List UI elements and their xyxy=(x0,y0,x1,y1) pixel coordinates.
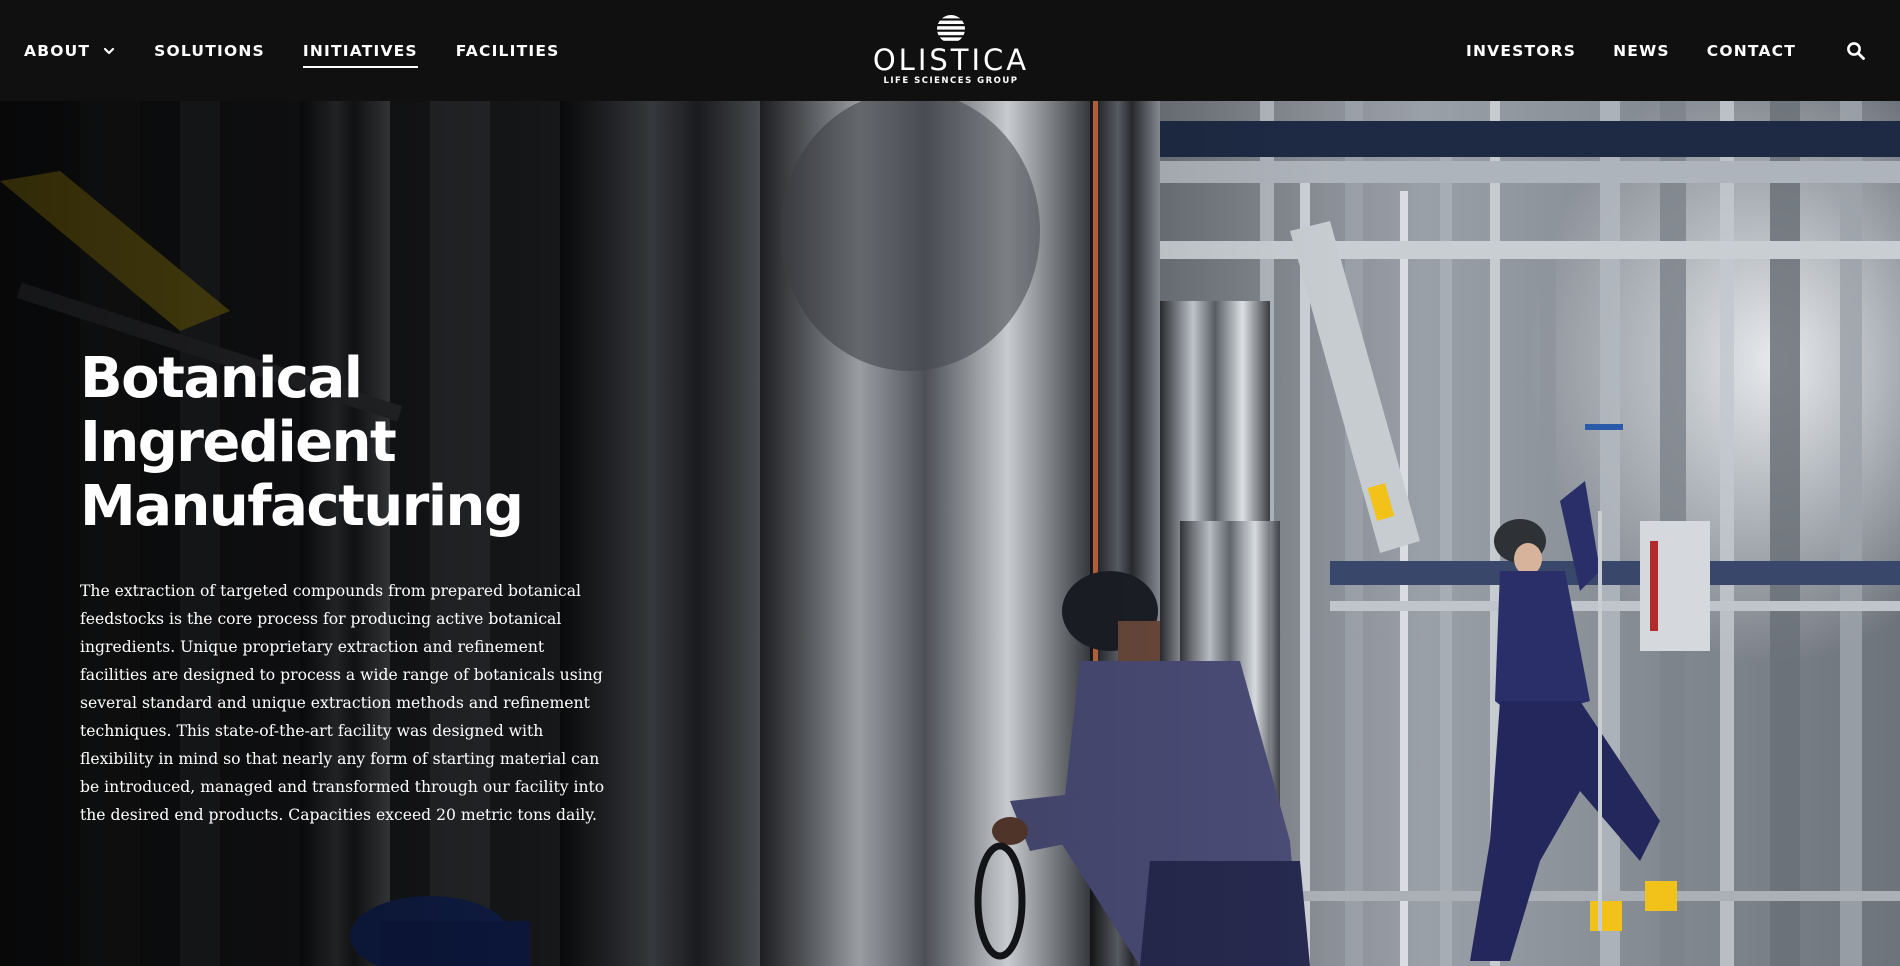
nav-solutions[interactable]: SOLUTIONS xyxy=(154,0,265,101)
site-logo[interactable]: OLISTICA LIFE SCIENCES GROUP xyxy=(872,14,1030,90)
nav-investors-label: INVESTORS xyxy=(1465,41,1577,60)
nav-about[interactable]: ABOUT xyxy=(24,0,116,101)
nav-facilities-label: FACILITIES xyxy=(455,41,560,60)
nav-investors[interactable]: INVESTORS xyxy=(1466,0,1576,101)
nav-contact[interactable]: CONTACT xyxy=(1707,0,1796,101)
hero-title: Botanical Ingredient Manufacturing xyxy=(80,347,600,539)
nav-news-label: NEWS xyxy=(1613,41,1670,60)
site-header: ABOUT SOLUTIONS INITIATIVES FACILITIES O… xyxy=(0,0,1900,101)
nav-initiatives[interactable]: INITIATIVES xyxy=(302,0,418,101)
nav-news[interactable]: NEWS xyxy=(1613,0,1670,101)
nav-initiatives-label: INITIATIVES xyxy=(302,42,418,68)
logo-wordmark: OLISTICA xyxy=(872,43,1030,77)
logo-mark-icon xyxy=(937,15,965,41)
nav-contact-label: CONTACT xyxy=(1706,41,1796,60)
hero-title-line-1: Botanical xyxy=(80,346,363,411)
hero-title-line-2: Ingredient xyxy=(80,410,397,475)
hero-description: The extraction of targeted compounds fro… xyxy=(80,582,605,824)
hero-section: Botanical Ingredient Manufacturing The e… xyxy=(0,101,1900,966)
chevron-down-icon[interactable] xyxy=(102,44,116,58)
nav-facilities[interactable]: FACILITIES xyxy=(456,0,560,101)
logo-tagline: LIFE SCIENCES GROUP xyxy=(883,76,1019,86)
primary-nav-right: INVESTORS NEWS CONTACT xyxy=(1429,0,1900,101)
hero-title-line-3: Manufacturing xyxy=(80,474,524,539)
nav-solutions-label: SOLUTIONS xyxy=(154,41,265,60)
search-icon xyxy=(1847,41,1865,60)
search-button[interactable] xyxy=(1846,40,1868,62)
nav-about-label: ABOUT xyxy=(24,41,91,60)
primary-nav-left: ABOUT SOLUTIONS INITIATIVES FACILITIES xyxy=(24,0,597,101)
